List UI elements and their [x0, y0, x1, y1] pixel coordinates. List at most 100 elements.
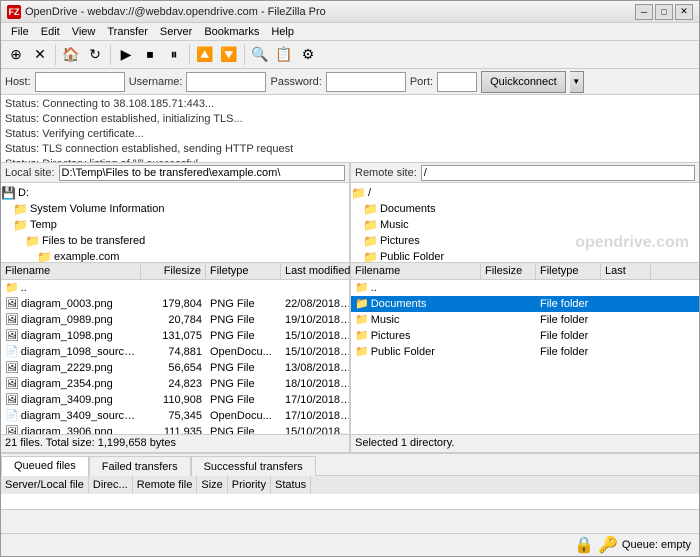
menu-item-bookmarks[interactable]: Bookmarks: [198, 23, 265, 41]
queue-tab-0[interactable]: Queued files: [1, 456, 89, 476]
remote-path-input[interactable]: [421, 165, 695, 181]
local-file-row[interactable]: 🖼diagram_1098.png 131,075 PNG File 15/10…: [1, 328, 349, 344]
local-filetype: PNG File: [206, 378, 281, 390]
remote-col-last[interactable]: Last: [601, 263, 651, 279]
menu-item-edit[interactable]: Edit: [35, 23, 66, 41]
toolbar: ⊕ ✕ 🏠 ↻ ▶ ⏹ ⏸ 🔼 🔽 🔍 📋 ⚙: [1, 41, 699, 69]
local-tree-item[interactable]: 📁Temp: [1, 217, 349, 233]
queue-col-header[interactable]: Server/Local file: [1, 476, 89, 494]
remote-tree-item[interactable]: 📁Pictures: [351, 233, 699, 249]
remote-col-filesize[interactable]: Filesize: [481, 263, 536, 279]
local-file-row[interactable]: 📄diagram_3409_source.odg 75,345 OpenDocu…: [1, 408, 349, 424]
queue-tab-1[interactable]: Failed transfers: [89, 456, 191, 476]
local-filesize: 74,881: [141, 346, 206, 358]
password-input[interactable]: [326, 72, 406, 92]
remote-tree-item[interactable]: 📁Music: [351, 217, 699, 233]
remote-tree-item[interactable]: 📁/: [351, 185, 699, 201]
queue-col-header[interactable]: Size: [197, 476, 227, 494]
local-lastmod: 22/08/2018 3:2...: [281, 298, 349, 310]
local-file-row[interactable]: 🖼diagram_0989.png 20,784 PNG File 19/10/…: [1, 312, 349, 328]
local-tree-item[interactable]: 📁example.com: [1, 249, 349, 263]
remote-col-filetype[interactable]: Filetype: [536, 263, 601, 279]
local-file-row[interactable]: 📁..: [1, 280, 349, 296]
local-tree-item[interactable]: 📁Files to be transfered: [1, 233, 349, 249]
local-col-filesize[interactable]: Filesize: [141, 263, 206, 279]
host-input[interactable]: [35, 72, 125, 92]
remote-file-row[interactable]: 📁Music File folder: [351, 312, 699, 328]
queue-content-header: Server/Local fileDirec...Remote fileSize…: [1, 476, 699, 494]
menu-item-server[interactable]: Server: [154, 23, 198, 41]
local-filesize: 56,654: [141, 362, 206, 374]
local-filetype: PNG File: [206, 298, 281, 310]
maximize-button[interactable]: □: [655, 4, 673, 20]
folder-question-icon: 📁: [363, 202, 378, 216]
local-filesize: 110,908: [141, 394, 206, 406]
menu-item-file[interactable]: File: [5, 23, 35, 41]
remote-tree-item[interactable]: 📁Documents: [351, 201, 699, 217]
queue-col-header[interactable]: Remote file: [133, 476, 198, 494]
toolbar-btn-2[interactable]: ✕: [29, 44, 51, 66]
menu-item-view[interactable]: View: [66, 23, 102, 41]
local-pane: Local site: 💾D:📁System Volume Informatio…: [1, 163, 351, 452]
local-col-lastmod[interactable]: Last modified: [281, 263, 356, 279]
local-filename: 🖼diagram_0003.png: [1, 297, 141, 310]
local-filetype: OpenDocu...: [206, 410, 281, 422]
local-col-filename[interactable]: Filename: [1, 263, 141, 279]
remote-file-row[interactable]: 📁Public Folder File folder: [351, 344, 699, 360]
toolbar-sep-2: [110, 45, 111, 65]
quickconnect-button[interactable]: Quickconnect: [481, 71, 566, 93]
menu-item-help[interactable]: Help: [265, 23, 300, 41]
toolbar-btn-9[interactable]: 🔽: [218, 44, 240, 66]
toolbar-btn-7[interactable]: ⏸: [163, 44, 185, 66]
queue-col-header[interactable]: Status: [271, 476, 311, 494]
tree-item-label: D:: [18, 187, 29, 199]
quickconnect-dropdown[interactable]: ▼: [570, 71, 584, 93]
remote-col-filename[interactable]: Filename: [351, 263, 481, 279]
local-file-list: 📁.. 🖼diagram_0003.png 179,804 PNG File 2…: [1, 280, 349, 434]
local-statusbar: 21 files. Total size: 1,199,658 bytes: [1, 434, 349, 452]
port-input[interactable]: [437, 72, 477, 92]
remote-tree-item[interactable]: 📁Public Folder: [351, 249, 699, 263]
remote-file-row[interactable]: 📁Documents File folder: [351, 296, 699, 312]
toolbar-btn-3[interactable]: 🏠: [60, 44, 82, 66]
local-col-filetype[interactable]: Filetype: [206, 263, 281, 279]
toolbar-btn-6[interactable]: ⏹: [139, 44, 161, 66]
queue-panel: Queued filesFailed transfersSuccessful t…: [1, 453, 699, 533]
local-file-row[interactable]: 📄diagram_1098_source.odg 74,881 OpenDocu…: [1, 344, 349, 360]
status-line: Status: Directory listing of "/" success…: [5, 157, 695, 163]
remote-file-row[interactable]: 📁..: [351, 280, 699, 296]
folder-question-icon: 📁: [363, 250, 378, 263]
local-path-input[interactable]: [59, 165, 345, 181]
toolbar-btn-5[interactable]: ▶: [115, 44, 137, 66]
remote-filetype: File folder: [536, 330, 601, 342]
local-tree-item[interactable]: 📁System Volume Information: [1, 201, 349, 217]
local-file-row[interactable]: 🖼diagram_3906.png 111,935 PNG File 15/10…: [1, 424, 349, 434]
username-input[interactable]: [186, 72, 266, 92]
remote-filename: 📁Pictures: [351, 329, 481, 342]
toolbar-btn-12[interactable]: ⚙: [297, 44, 319, 66]
queue-col-header[interactable]: Direc...: [89, 476, 133, 494]
panes-container: Local site: 💾D:📁System Volume Informatio…: [1, 163, 699, 453]
remote-filename: 📁..: [351, 281, 481, 294]
folder-question-icon: 📁: [363, 234, 378, 248]
local-file-row[interactable]: 🖼diagram_3409.png 110,908 PNG File 17/10…: [1, 392, 349, 408]
remote-file-row[interactable]: 📁Pictures File folder: [351, 328, 699, 344]
toolbar-btn-4[interactable]: ↻: [84, 44, 106, 66]
drive-icon: 💾: [1, 186, 16, 200]
minimize-button[interactable]: ─: [635, 4, 653, 20]
toolbar-btn-11[interactable]: 📋: [273, 44, 295, 66]
local-tree-item[interactable]: 💾D:: [1, 185, 349, 201]
queue-col-header[interactable]: Priority: [228, 476, 271, 494]
toolbar-btn-8[interactable]: 🔼: [194, 44, 216, 66]
queue-tab-2[interactable]: Successful transfers: [191, 456, 316, 476]
local-file-row[interactable]: 🖼diagram_0003.png 179,804 PNG File 22/08…: [1, 296, 349, 312]
local-filename: 🖼diagram_2354.png: [1, 377, 141, 390]
close-button[interactable]: ✕: [675, 4, 693, 20]
local-file-row[interactable]: 🖼diagram_2354.png 24,823 PNG File 18/10/…: [1, 376, 349, 392]
menu-item-transfer[interactable]: Transfer: [101, 23, 154, 41]
local-filename: 🖼diagram_2229.png: [1, 361, 141, 374]
toolbar-btn-1[interactable]: ⊕: [5, 44, 27, 66]
local-file-row[interactable]: 🖼diagram_2229.png 56,654 PNG File 13/08/…: [1, 360, 349, 376]
toolbar-btn-10[interactable]: 🔍: [249, 44, 271, 66]
remote-file-list: 📁.. 📁Documents File folder 📁Music File f…: [351, 280, 699, 434]
